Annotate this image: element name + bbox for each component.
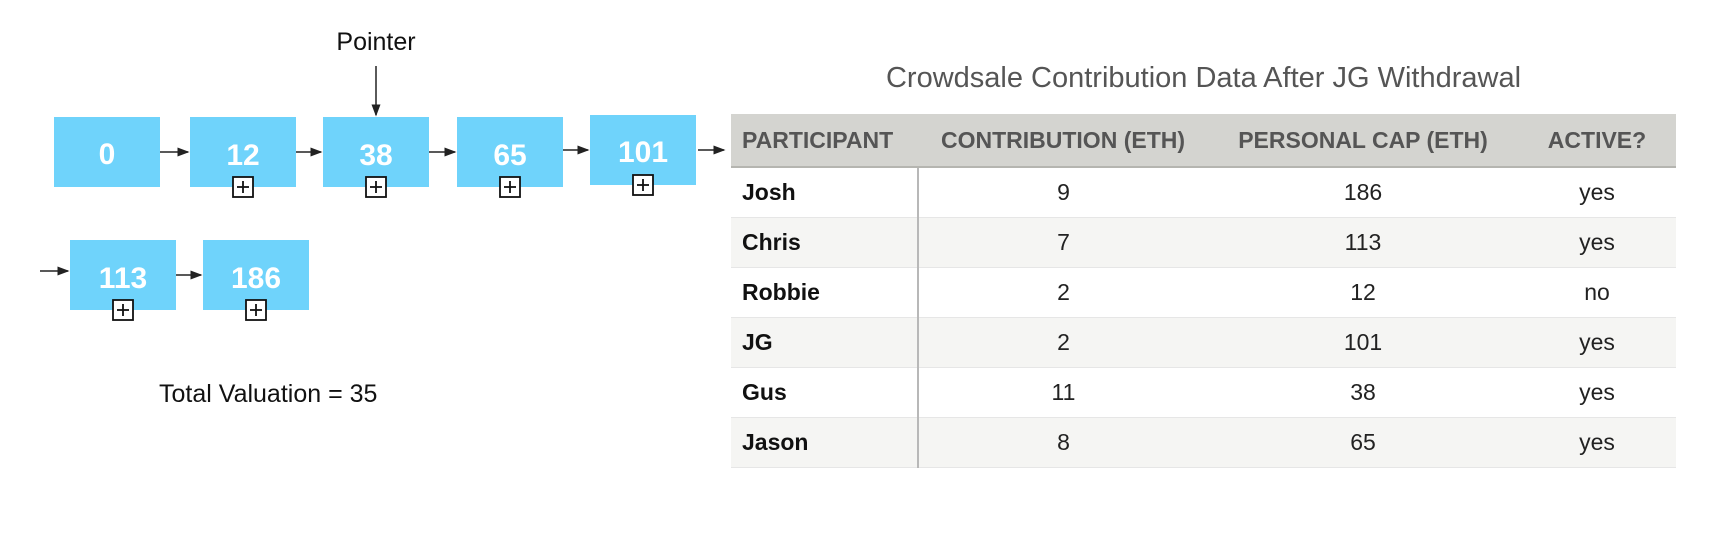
node-value: 101	[618, 136, 668, 169]
node-value: 0	[99, 138, 116, 171]
plus-box-icon[interactable]	[632, 174, 654, 196]
total-valuation-label: Total Valuation = 35	[159, 380, 377, 408]
list-node-0: 0	[54, 117, 160, 187]
node-value: 113	[99, 262, 147, 295]
personal-cap-cell: 101	[1208, 317, 1518, 368]
participant-cell: Josh	[731, 167, 919, 218]
column-header-contribution: CONTRIBUTION (ETH)	[918, 114, 1208, 168]
participant-cell: Jason	[731, 417, 919, 468]
plus-box-icon[interactable]	[232, 176, 254, 198]
active-cell: yes	[1518, 217, 1676, 268]
table-row: Gus 11 38 yes	[731, 367, 1676, 418]
contribution-cell: 2	[918, 267, 1208, 318]
contribution-cell: 9	[918, 167, 1208, 218]
column-header-personal-cap: PERSONAL CAP (ETH)	[1208, 114, 1518, 168]
active-cell: yes	[1518, 417, 1676, 468]
personal-cap-cell: 65	[1208, 417, 1518, 468]
participant-cell: Gus	[731, 367, 919, 418]
active-cell: no	[1518, 267, 1676, 318]
personal-cap-cell: 113	[1208, 217, 1518, 268]
column-header-active: ACTIVE?	[1518, 114, 1676, 168]
column-header-participant: PARTICIPANT	[731, 114, 918, 168]
participant-cell: Chris	[731, 217, 919, 268]
node-value: 12	[226, 139, 259, 172]
contribution-cell: 11	[918, 367, 1208, 418]
participant-cell: Robbie	[731, 267, 919, 318]
participant-cell: JG	[731, 317, 919, 368]
plus-box-icon[interactable]	[245, 299, 267, 321]
plus-box-icon[interactable]	[365, 176, 387, 198]
pointer-label: Pointer	[336, 28, 415, 56]
table-row: Robbie 2 12 no	[731, 267, 1676, 318]
table-row: JG 2 101 yes	[731, 317, 1676, 368]
active-cell: yes	[1518, 317, 1676, 368]
table-title: Crowdsale Contribution Data After JG Wit…	[885, 62, 1522, 94]
contribution-cell: 2	[918, 317, 1208, 368]
table-header-row: PARTICIPANT CONTRIBUTION (ETH) PERSONAL …	[731, 114, 1676, 168]
list-node-186: 186	[203, 240, 309, 321]
active-cell: yes	[1518, 167, 1676, 218]
personal-cap-cell: 12	[1208, 267, 1518, 318]
plus-box-icon[interactable]	[112, 299, 134, 321]
list-node-101: 101	[590, 115, 696, 196]
node-value: 38	[359, 139, 392, 172]
contribution-cell: 8	[918, 417, 1208, 468]
table-row: Chris 7 113 yes	[731, 217, 1676, 268]
table-row: Josh 9 186 yes	[731, 167, 1676, 218]
personal-cap-cell: 186	[1208, 167, 1518, 218]
contribution-table: PARTICIPANT CONTRIBUTION (ETH) PERSONAL …	[731, 114, 1676, 468]
list-node-113: 113	[70, 240, 176, 321]
node-value: 186	[231, 262, 281, 295]
contribution-cell: 7	[918, 217, 1208, 268]
linked-list-diagram: Pointer 0 12 38 65 101 113 186 Total Val…	[40, 28, 726, 408]
list-node-65: 65	[457, 117, 563, 198]
node-value: 65	[493, 139, 526, 172]
plus-box-icon[interactable]	[499, 176, 521, 198]
list-node-12: 12	[190, 117, 296, 198]
active-cell: yes	[1518, 367, 1676, 418]
personal-cap-cell: 38	[1208, 367, 1518, 418]
table-row: Jason 8 65 yes	[731, 417, 1676, 468]
list-node-38: 38	[323, 117, 429, 198]
